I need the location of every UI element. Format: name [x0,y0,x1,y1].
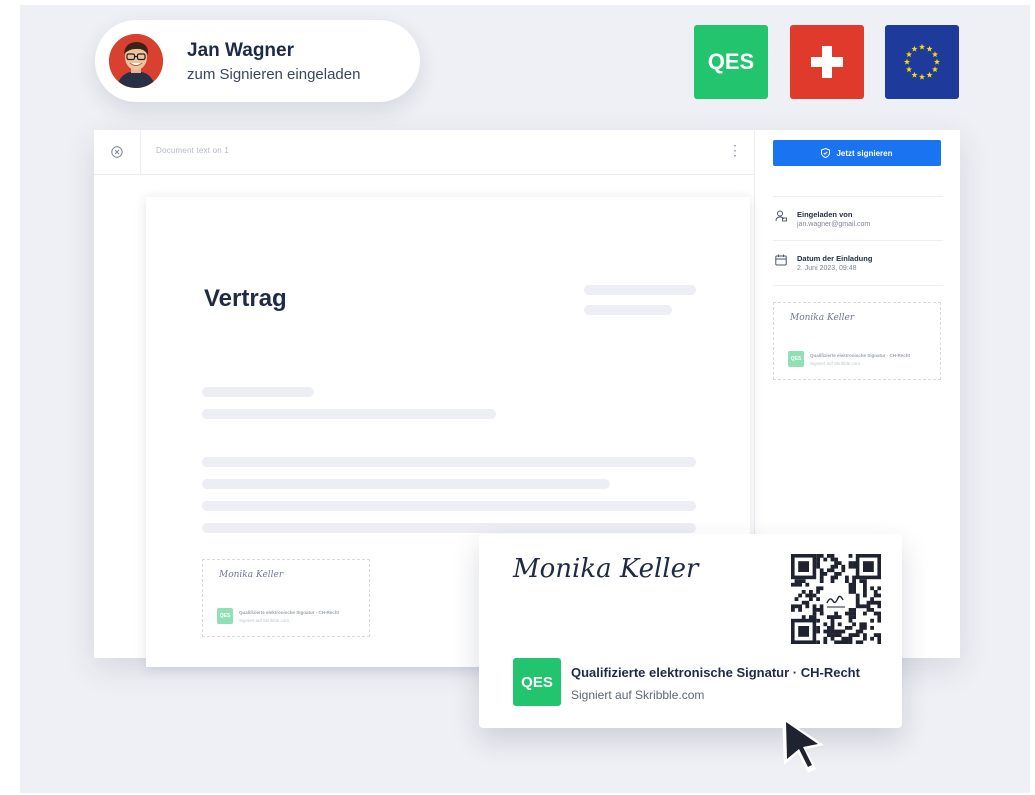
swiss-flag-icon [790,25,864,99]
qr-code-icon [791,554,881,644]
star-icon [926,71,933,78]
invitation-date-value: 2. Juni 2023, 09:48 [797,265,857,272]
star-icon [931,66,939,73]
placeholder-line [584,305,672,315]
signature-name: Monika Keller [513,554,699,584]
qes-badge: QES [694,25,768,99]
invitation-date-info: Datum der Einladung 2. Juni 2023, 09:48 [775,254,872,272]
calendar-icon [775,254,787,266]
document-name: Document text on 1 [156,146,229,155]
star-icon [905,51,913,58]
cursor-arrow-icon [782,717,824,773]
user-icon [775,210,787,222]
divider [773,285,943,286]
signature-type: Qualifizierte elektronische Signatur · C… [810,353,911,358]
invitee-status: zum Signieren eingeladen [187,66,361,83]
star-icon [918,43,926,50]
close-icon [111,146,123,158]
sidebar-signature-preview[interactable]: Monika Keller QES Qualifizierte elektron… [773,302,941,380]
placeholder-line [202,387,314,397]
shield-icon [821,148,831,158]
placeholder-line [584,285,696,295]
qes-badge: QES [513,658,561,706]
invited-by-label: Eingeladen von [797,210,853,219]
signature-type: Qualifizierte elektronische Signatur · C… [571,665,860,680]
star-icon [903,58,911,65]
star-icon [931,51,939,58]
signature-name: Monika Keller [219,570,284,580]
invited-by-info: Eingeladen von jan.wagner@gmail.com [775,210,870,228]
invitee-card: Jan Wagner zum Signieren eingeladen [95,20,420,102]
document-title: Vertrag [204,285,287,312]
close-button[interactable] [94,130,141,174]
placeholder-line [202,409,496,419]
invitation-date-label: Datum der Einladung [797,254,873,263]
signature-type: Qualifizierte elektronische Signatur · C… [239,610,340,615]
signature-platform: Signiert auf Skribble.com [810,361,861,366]
sign-now-button[interactable]: Jetzt signieren [773,140,941,166]
signature-name: Monika Keller [790,313,855,323]
kebab-icon[interactable]: ⋮ [728,143,742,157]
signature-platform: Signiert auf Skribble.com [571,688,705,702]
qes-mini-badge: QES [788,351,804,367]
star-icon [926,45,933,52]
divider [773,240,943,241]
star-icon [918,73,926,80]
placeholder-line [202,501,696,511]
signature-card[interactable]: Monika Keller QES Qualifizierte elektron… [479,534,902,728]
placeholder-line [202,479,610,489]
star-icon [911,71,918,78]
star-icon [905,66,913,73]
placeholder-line [202,457,696,467]
qes-mini-badge: QES [217,608,233,624]
placeholder-line [202,523,696,533]
sign-now-label: Jetzt signieren [836,148,893,158]
signature-platform: Signiert auf Skribble.com [239,618,290,623]
document-signature-field[interactable]: Monika Keller QES Qualifizierte elektron… [202,559,370,637]
star-icon [933,58,941,65]
document-toolbar: Document text on 1 ⋮ [94,130,754,175]
avatar [109,34,163,88]
invited-by-email: jan.wagner@gmail.com [797,221,871,228]
divider [773,196,943,197]
star-icon [911,45,918,52]
eu-flag-icon [885,25,959,99]
invitee-name: Jan Wagner [187,40,294,61]
